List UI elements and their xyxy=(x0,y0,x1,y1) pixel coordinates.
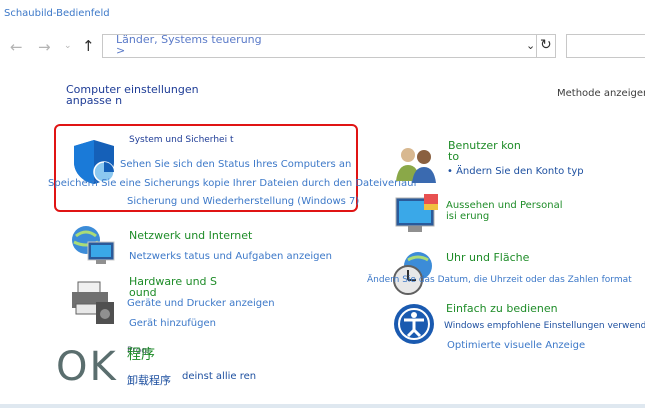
address-dropdown-button[interactable]: ⌄ xyxy=(526,39,535,52)
bullet-icon: • xyxy=(447,166,457,177)
link-network-status[interactable]: Netzwerks tatus und Aufgaben anzeigen xyxy=(129,251,332,262)
page-title: Computer einstellungen anpasse n xyxy=(66,83,199,107)
link-optimize-display[interactable]: Optimierte visuelle Anzeige xyxy=(447,340,585,351)
link-uninstall[interactable]: deinst allie ren xyxy=(182,371,256,382)
recent-locations-button[interactable]: ⌄ xyxy=(64,41,72,51)
ok-overlay-text: OK xyxy=(56,344,118,390)
category-network-title[interactable]: Netzwerk und Internet xyxy=(129,230,252,241)
appearance-monitor-icon xyxy=(395,194,438,232)
link-devices-printers[interactable]: Geräte und Drucker anzeigen xyxy=(127,298,275,309)
link-uninstall-cn[interactable]: 卸载程序 xyxy=(127,372,171,388)
address-text[interactable]: Länder, Systems teuerung > xyxy=(116,34,266,56)
users-icon xyxy=(396,148,436,183)
view-by-label[interactable]: Methode anzeigen xyxy=(557,88,645,99)
ease-of-access-icon xyxy=(394,304,434,344)
up-button[interactable]: ↑ xyxy=(82,37,95,55)
printer-icon xyxy=(72,281,114,324)
category-ease-title[interactable]: Einfach zu bedienen xyxy=(446,303,558,314)
link-view-status[interactable]: Sehen Sie sich den Status Ihres Computer… xyxy=(120,159,351,170)
link-add-device[interactable]: Gerät hinzufügen xyxy=(129,318,216,329)
category-users-title[interactable]: Benutzer kon to xyxy=(448,140,528,162)
arrow-right-icon: → xyxy=(38,38,51,56)
link-recommended-settings[interactable]: Windows empfohlene Einstellungen verwend… xyxy=(444,321,645,331)
category-hardware-title[interactable]: Hardware und S ound xyxy=(129,276,219,298)
arrow-up-icon: ↑ xyxy=(82,37,95,55)
link-backup-restore[interactable]: Sicherung und Wiederherstellung (Windows… xyxy=(127,196,359,207)
forward-button[interactable]: → xyxy=(38,38,51,56)
chevron-down-icon: ⌄ xyxy=(526,39,536,52)
chevron-down-icon: ⌄ xyxy=(64,41,72,51)
network-globe-icon xyxy=(72,226,115,264)
window-title: Schaubild-Bedienfeld xyxy=(4,8,110,19)
category-clock-title[interactable]: Uhr und Fläche xyxy=(446,252,529,263)
back-button[interactable]: ← xyxy=(10,38,23,56)
bottom-border xyxy=(0,404,645,408)
link-change-date-time[interactable]: Ändern Sie das Datum, die Uhrzeit oder d… xyxy=(367,275,632,285)
category-system-title[interactable]: System und Sicherhei t xyxy=(129,135,249,145)
link-file-history[interactable]: Speichern Sie eine Sicherungs kopie Ihre… xyxy=(48,178,417,189)
refresh-icon: ↻ xyxy=(540,37,552,53)
refresh-button[interactable]: ↻ xyxy=(540,37,552,53)
address-separator xyxy=(536,35,537,57)
search-input[interactable] xyxy=(566,34,645,58)
category-programs-title[interactable]: 程序 xyxy=(127,348,155,362)
arrow-left-icon: ← xyxy=(10,38,23,56)
clock-globe-icon xyxy=(393,252,432,295)
link-change-account-type[interactable]: • Ändern Sie den Konto typ xyxy=(447,166,584,177)
category-appearance-title[interactable]: Aussehen und Personal isi erung xyxy=(446,200,576,222)
